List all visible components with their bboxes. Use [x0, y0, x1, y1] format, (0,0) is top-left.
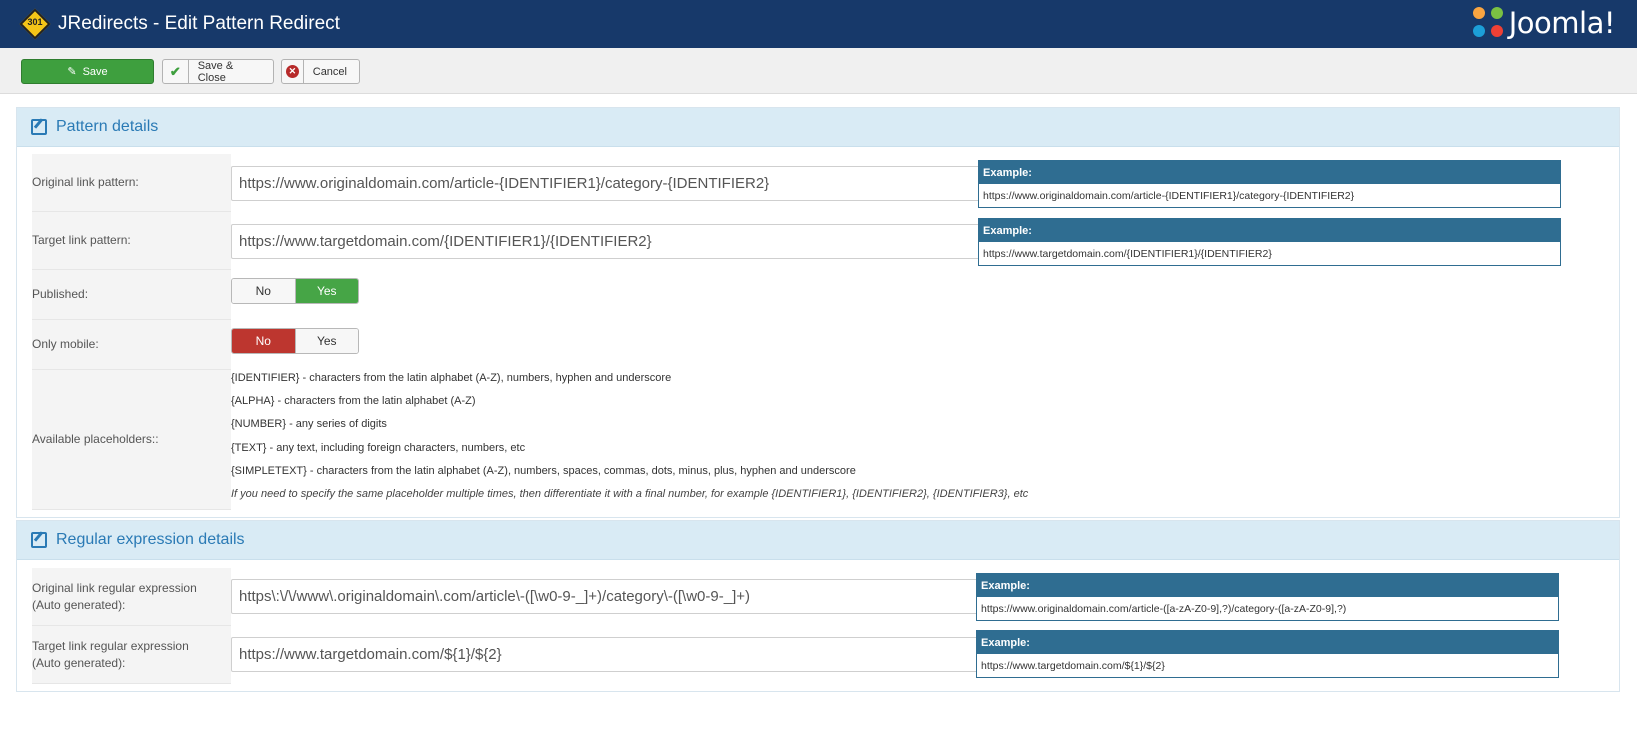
regex-details-panel: Regular expression details Original link… [16, 520, 1620, 692]
target-pattern-example: Example: https://www.targetdomain.com/{I… [978, 218, 1561, 266]
target-link-pattern-label: Target link pattern: [32, 212, 231, 270]
placeholder-identifier: {IDENTIFIER} - characters from the latin… [231, 372, 672, 384]
edit-icon [31, 532, 47, 548]
example-title: Example: [979, 161, 1560, 184]
pattern-details-header: Pattern details [17, 108, 1619, 147]
example-text: https://www.targetdomain.com/${1}/${2} [981, 659, 1165, 672]
original-link-pattern-label: Original link pattern: [32, 154, 231, 212]
check-icon: ✔ [169, 63, 181, 79]
save-close-button[interactable]: ✔ Save & Close [162, 59, 274, 84]
original-link-pattern-input[interactable]: https://www.originaldomain.com/article-{… [231, 166, 1000, 201]
placeholder-alpha: {ALPHA} - characters from the latin alph… [231, 395, 476, 407]
joomla-wordmark: Joomla! [1508, 6, 1616, 40]
regex-details-title: Regular expression details [56, 531, 245, 548]
target-regex-input[interactable]: https://www.targetdomain.com/${1}/${2} [231, 637, 1000, 672]
toolbar: ✎ Save ✔ Save & Close ✕ Cancel [0, 48, 1637, 94]
original-regex-example: Example: https://www.originaldomain.com/… [976, 573, 1559, 621]
example-title: Example: [977, 631, 1558, 654]
placeholder-simpletext: {SIMPLETEXT} - characters from the latin… [231, 465, 856, 477]
save-button[interactable]: ✎ Save [21, 59, 154, 84]
example-title: Example: [977, 574, 1558, 597]
original-regex-input[interactable]: https\:\/\/www\.originaldomain\.com/arti… [231, 579, 1000, 614]
cancel-icon: ✕ [285, 65, 299, 78]
only-mobile-toggle: No Yes [231, 328, 359, 354]
published-yes-option[interactable]: Yes [294, 279, 358, 303]
cancel-label: Cancel [312, 65, 347, 78]
example-text: https://www.originaldomain.com/article-(… [981, 602, 1347, 615]
example-text: https://www.targetdomain.com/{IDENTIFIER… [983, 247, 1272, 260]
published-label: Published: [32, 270, 231, 320]
cancel-button[interactable]: ✕ Cancel [281, 59, 360, 84]
save-label: Save [82, 65, 108, 78]
edit-icon: ✎ [67, 66, 77, 78]
edit-icon [31, 119, 47, 135]
page-title: JRedirects - Edit Pattern Redirect [58, 13, 340, 34]
only-mobile-label: Only mobile: [32, 320, 231, 370]
joomla-mark-icon [1472, 7, 1505, 39]
target-link-pattern-input[interactable]: https://www.targetdomain.com/{IDENTIFIER… [231, 224, 1000, 259]
available-placeholders-label: Available placeholders:: [32, 370, 231, 510]
save-close-label: Save & Close [197, 59, 234, 84]
app-header: 301 JRedirects - Edit Pattern Redirect J… [0, 0, 1637, 48]
original-regex-label: Original link regular expression (Auto ge… [32, 568, 231, 626]
target-regex-example: Example: https://www.targetdomain.com/${… [976, 630, 1559, 678]
joomla-logo[interactable]: Joomla! [1472, 6, 1616, 40]
published-no-option[interactable]: No [232, 279, 295, 303]
published-toggle: No Yes [231, 278, 359, 304]
placeholder-number: {NUMBER} - any series of digits [231, 418, 387, 430]
example-title: Example: [979, 219, 1560, 242]
only-mobile-no-option[interactable]: No [232, 329, 295, 353]
regex-details-header: Regular expression details [17, 521, 1619, 560]
example-text: https://www.originaldomain.com/article-{… [983, 189, 1355, 202]
target-regex-label: Target link regular expression (Auto gene… [32, 626, 231, 684]
pattern-details-title: Pattern details [56, 118, 159, 135]
jredirects-logo-icon: 301 [19, 8, 51, 40]
only-mobile-yes-option[interactable]: Yes [294, 329, 358, 353]
placeholder-note: If you need to specify the same placehol… [231, 488, 1029, 500]
pattern-details-panel: Pattern details Original link pattern: h… [16, 107, 1620, 518]
placeholder-text: {TEXT} - any text, including foreign cha… [231, 442, 526, 454]
original-pattern-example: Example: https://www.originaldomain.com/… [978, 160, 1561, 208]
